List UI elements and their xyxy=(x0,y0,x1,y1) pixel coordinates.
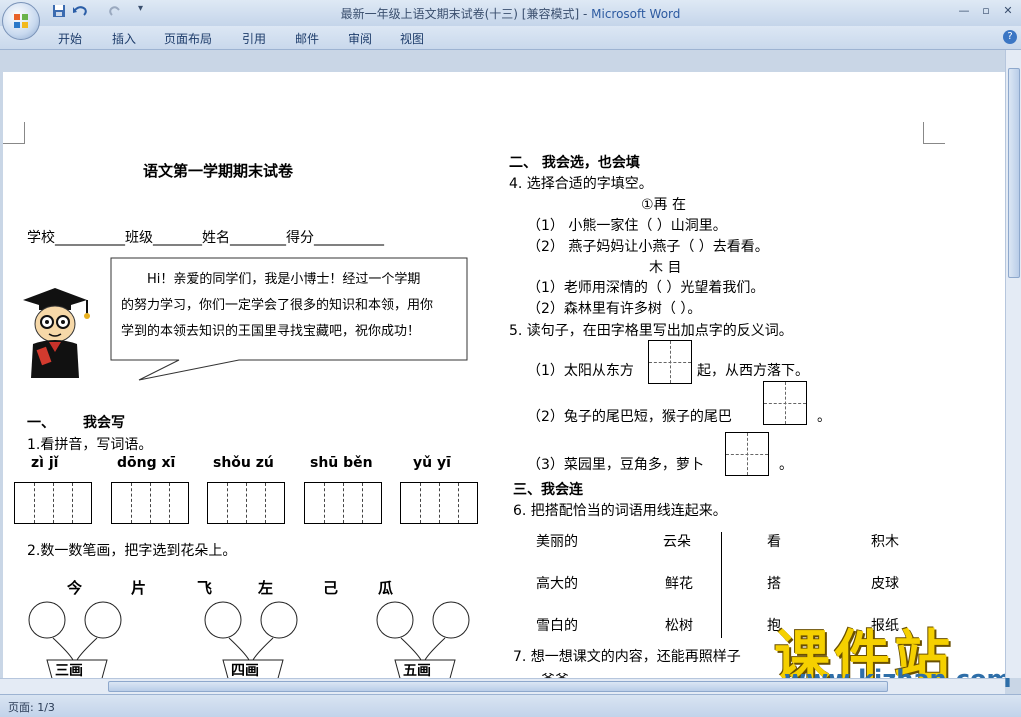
match-word[interactable]: 松树 xyxy=(665,615,693,635)
question-5: 5. 读句子，在田字格里写出加点字的反义词。 xyxy=(509,323,793,339)
app-name: Microsoft Word xyxy=(591,7,681,21)
fill-sentence: （1）老师用深情的（ ）光望着我们。 xyxy=(527,280,765,296)
tianzi-grid[interactable] xyxy=(725,432,769,476)
match-word[interactable]: 高大的 xyxy=(536,573,578,593)
horizontal-scroll-thumb[interactable] xyxy=(108,681,888,692)
divider-line xyxy=(721,532,722,638)
status-bar: 页面: 1/3 xyxy=(0,694,1021,717)
match-word[interactable]: 鲜花 xyxy=(665,573,693,593)
match-word[interactable]: 雪白的 xyxy=(536,615,578,635)
office-logo-icon xyxy=(14,14,28,28)
tab-references[interactable]: 引用 xyxy=(242,30,266,47)
section-one-number: 一、 xyxy=(27,415,55,431)
stroke-char: 瓜 xyxy=(378,579,394,597)
stroke-char: 左 xyxy=(258,579,274,597)
stroke-char: 片 xyxy=(131,579,147,597)
minimize-button[interactable]: — xyxy=(953,2,975,20)
antonym-sentence: （1）太阳从东方 xyxy=(527,363,634,379)
antonym-sentence: （3）菜园里，豆角多，萝卜 xyxy=(527,457,704,473)
section-three-heading: 三、我会连 xyxy=(513,482,583,498)
pinyin-label: shū běn xyxy=(310,455,373,471)
pinyin-label: yǔ yī xyxy=(413,455,451,471)
pinyin-label: shǒu zú xyxy=(213,455,274,471)
writing-grid[interactable] xyxy=(304,482,382,524)
section-one-heading: 我会写 xyxy=(83,415,125,431)
tab-mailings[interactable]: 邮件 xyxy=(295,30,319,47)
vertical-scroll-thumb[interactable] xyxy=(1008,68,1020,278)
question-2: 2.数一数笔画，把字选到花朵上。 xyxy=(27,543,237,559)
tab-review[interactable]: 审阅 xyxy=(348,30,372,47)
ribbon-tabs: 开始 插入 页面布局 引用 邮件 审阅 视图 xyxy=(0,26,1021,50)
speech-text-line: 的努力学习，你们一定学会了很多的知识和本领，用你 xyxy=(121,298,434,313)
match-word[interactable]: 美丽的 xyxy=(536,531,578,551)
section-two-heading: 二、 我会选，也会填 xyxy=(509,155,640,171)
writing-grid[interactable] xyxy=(400,482,478,524)
char-choice: 木 目 xyxy=(649,260,682,276)
close-button[interactable]: ✕ xyxy=(997,2,1019,20)
writing-grid[interactable] xyxy=(14,482,92,524)
antonym-sentence: 。 xyxy=(779,457,793,473)
crop-mark xyxy=(3,122,25,144)
office-button[interactable] xyxy=(2,2,40,40)
question-6: 6. 把搭配恰当的词语用线连起来。 xyxy=(513,503,727,519)
antonym-sentence: 。 xyxy=(817,409,831,425)
tab-insert[interactable]: 插入 xyxy=(112,30,136,47)
help-icon[interactable]: ? xyxy=(1003,30,1017,44)
pot-label: 四画 xyxy=(231,663,259,678)
match-word[interactable]: 皮球 xyxy=(871,573,899,593)
pot-label: 五画 xyxy=(403,663,431,678)
window-title: 最新一年级上语文期末试卷(十三) [兼容模式] - Microsoft Word xyxy=(340,7,681,21)
stroke-char: 己 xyxy=(323,579,339,597)
writing-grid[interactable] xyxy=(111,482,189,524)
match-word[interactable]: 积木 xyxy=(871,531,899,551)
tab-home[interactable]: 开始 xyxy=(58,30,82,47)
pinyin-label: dōng xī xyxy=(117,455,176,471)
word-window: ▾ 最新一年级上语文期末试卷(十三) [兼容模式] - Microsoft Wo… xyxy=(0,0,1021,717)
char-choice: ①再 在 xyxy=(641,197,687,213)
stroke-char: 飞 xyxy=(197,579,213,597)
fill-sentence: （1） 小熊一家住（ ）山洞里。 xyxy=(527,218,727,234)
question-7: 7. 想一想课文的内容，还能再照样子 xyxy=(513,649,741,665)
crop-mark xyxy=(923,122,945,144)
pot-label: 三画 xyxy=(55,663,83,678)
pinyin-label: zì jǐ xyxy=(31,455,59,471)
speech-text-line: Hi！亲爱的同学们，我是小博士！经过一个学期 xyxy=(147,272,421,287)
maximize-button[interactable]: ▫ xyxy=(975,2,997,20)
match-word[interactable]: 搭 xyxy=(767,573,781,593)
question-1: 1.看拼音，写词语。 xyxy=(27,437,153,453)
question-7-text: 爷爷 xyxy=(541,670,569,678)
tab-view[interactable]: 视图 xyxy=(400,30,424,47)
document-page[interactable]: 语文第一学期期末试卷 学校__________班级_______姓名______… xyxy=(3,72,1005,678)
match-word[interactable]: 看 xyxy=(767,531,781,551)
writing-grid[interactable] xyxy=(207,482,285,524)
stroke-char: 今 xyxy=(67,579,83,597)
antonym-sentence: （2）兔子的尾巴短，猴子的尾巴 xyxy=(527,409,732,425)
question-4: 4. 选择合适的字填空。 xyxy=(509,176,653,192)
horizontal-scrollbar[interactable] xyxy=(0,678,1005,694)
match-word[interactable]: 云朵 xyxy=(663,531,691,551)
tianzi-grid[interactable] xyxy=(763,381,807,425)
fill-sentence: （2） 燕子妈妈让小燕子（ ）去看看。 xyxy=(527,239,769,255)
fill-sentence: （2）森林里有许多树（ ）。 xyxy=(527,301,702,317)
title-bar: ▾ 最新一年级上语文期末试卷(十三) [兼容模式] - Microsoft Wo… xyxy=(0,0,1021,26)
document-name: 最新一年级上语文期末试卷(十三) [兼容模式] xyxy=(340,7,580,21)
document-area: 语文第一学期期末试卷 学校__________班级_______姓名______… xyxy=(0,50,1005,678)
speech-text-line: 学到的本领去知识的王国里寻找宝藏吧，祝你成功！ xyxy=(121,324,421,339)
doctor-cartoon-icon xyxy=(23,288,90,378)
exam-title: 语文第一学期期末试卷 xyxy=(143,162,294,180)
page-indicator[interactable]: 页面: 1/3 xyxy=(8,699,55,715)
vertical-scrollbar[interactable] xyxy=(1005,50,1021,678)
tianzi-grid[interactable] xyxy=(648,340,692,384)
antonym-sentence: 起，从西方落下。 xyxy=(697,363,809,379)
tab-page-layout[interactable]: 页面布局 xyxy=(164,30,212,47)
student-info-line: 学校__________班级_______姓名________得分_______… xyxy=(27,230,384,246)
